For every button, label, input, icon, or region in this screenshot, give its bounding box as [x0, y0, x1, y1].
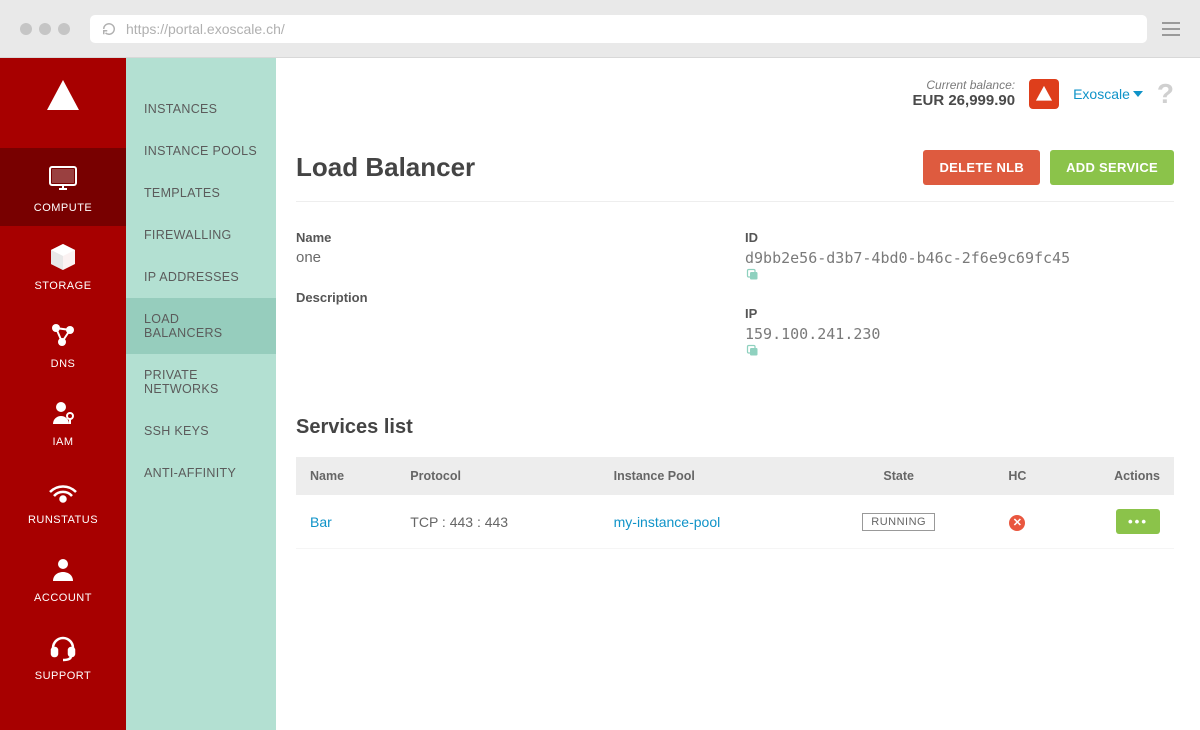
sub-instance-pools[interactable]: INSTANCE POOLS [126, 130, 276, 172]
box-icon [46, 240, 80, 274]
url-text: https://portal.exoscale.ch/ [126, 21, 285, 37]
services-title: Services list [296, 416, 1174, 439]
balance-label: Current balance: [913, 78, 1016, 92]
detail-value-description [296, 305, 725, 327]
nav-label: IAM [52, 436, 73, 448]
nav-dns[interactable]: DNS [0, 304, 126, 382]
url-bar[interactable]: https://portal.exoscale.ch/ [90, 15, 1147, 43]
primary-sidebar: COMPUTE STORAGE DNS IAM RUNSTATUS [0, 58, 126, 730]
sub-ip-addresses[interactable]: IP ADDRESSES [126, 256, 276, 298]
detail-label-ip: IP [745, 300, 1174, 321]
state-badge: RUNNING [862, 513, 935, 531]
help-icon[interactable]: ? [1157, 78, 1174, 110]
sub-private-networks[interactable]: PRIVATE NETWORKS [126, 354, 276, 410]
col-protocol: Protocol [396, 457, 599, 495]
nav-label: COMPUTE [34, 202, 93, 214]
user-icon [46, 552, 80, 586]
caret-down-icon [1133, 91, 1143, 97]
detail-value-ip: 159.100.241.230 [745, 325, 880, 343]
col-name: Name [296, 457, 396, 495]
detail-label-description: Description [296, 284, 725, 305]
service-pool-link[interactable]: my-instance-pool [614, 514, 721, 530]
org-switcher[interactable]: Exoscale [1073, 86, 1143, 102]
nav-support[interactable]: SUPPORT [0, 616, 126, 694]
headset-icon [46, 630, 80, 664]
org-logo-icon [1029, 79, 1059, 109]
nav-label: STORAGE [34, 280, 91, 292]
detail-label-name: Name [296, 224, 725, 245]
balance-display: Current balance: EUR 26,999.90 [913, 78, 1016, 110]
col-actions: Actions [1055, 457, 1174, 495]
details-section: Name one Description ID d9bb2e56-d3b7-4b… [296, 224, 1174, 376]
service-name-link[interactable]: Bar [310, 514, 332, 530]
nav-iam[interactable]: IAM [0, 382, 126, 460]
col-pool: Instance Pool [600, 457, 818, 495]
browser-chrome: https://portal.exoscale.ch/ [0, 0, 1200, 58]
delete-nlb-button[interactable]: DELETE NLB [923, 150, 1040, 185]
sub-firewalling[interactable]: FIREWALLING [126, 214, 276, 256]
sub-templates[interactable]: TEMPLATES [126, 172, 276, 214]
main-content: Current balance: EUR 26,999.90 Exoscale … [276, 58, 1200, 730]
detail-value-id: d9bb2e56-d3b7-4bd0-b46c-2f6e9c69fc45 [745, 249, 1070, 267]
org-name: Exoscale [1073, 86, 1130, 102]
nav-label: ACCOUNT [34, 592, 92, 604]
monitor-icon [46, 162, 80, 196]
nav-runstatus[interactable]: RUNSTATUS [0, 460, 126, 538]
balance-currency: EUR [913, 92, 945, 109]
page-header: Load Balancer DELETE NLB ADD SERVICE [296, 150, 1174, 202]
copy-ip-icon[interactable] [745, 343, 1174, 358]
hc-error-icon: ✕ [1009, 515, 1025, 531]
reload-icon[interactable] [102, 22, 116, 36]
window-controls [20, 23, 70, 35]
nav-label: RUNSTATUS [28, 514, 98, 526]
sub-instances[interactable]: INSTANCES [126, 88, 276, 130]
services-table: Name Protocol Instance Pool State HC Act… [296, 457, 1174, 549]
nav-label: SUPPORT [35, 670, 91, 682]
sub-ssh-keys[interactable]: SSH KEYS [126, 410, 276, 452]
row-actions-button[interactable]: ••• [1116, 509, 1160, 534]
brand-logo-icon[interactable] [43, 76, 83, 116]
copy-id-icon[interactable] [745, 267, 1174, 282]
col-state: State [817, 457, 980, 495]
topbar: Current balance: EUR 26,999.90 Exoscale … [296, 78, 1174, 110]
window-min-dot[interactable] [39, 23, 51, 35]
window-close-dot[interactable] [20, 23, 32, 35]
nav-label: DNS [51, 358, 76, 370]
detail-label-id: ID [745, 224, 1174, 245]
nav-account[interactable]: ACCOUNT [0, 538, 126, 616]
sub-load-balancers[interactable]: LOAD BALANCERS [126, 298, 276, 354]
network-icon [46, 318, 80, 352]
window-max-dot[interactable] [58, 23, 70, 35]
add-service-button[interactable]: ADD SERVICE [1050, 150, 1174, 185]
balance-amount: 26,999.90 [948, 92, 1015, 109]
col-hc: HC [980, 457, 1054, 495]
nav-compute[interactable]: COMPUTE [0, 148, 126, 226]
broadcast-icon [46, 474, 80, 508]
nav-storage[interactable]: STORAGE [0, 226, 126, 304]
detail-value-name: one [296, 245, 725, 284]
hamburger-icon[interactable] [1162, 22, 1180, 36]
page-title: Load Balancer [296, 152, 475, 183]
sub-anti-affinity[interactable]: ANTI-AFFINITY [126, 452, 276, 494]
table-row: Bar TCP : 443 : 443 my-instance-pool RUN… [296, 495, 1174, 549]
secondary-sidebar: INSTANCES INSTANCE POOLS TEMPLATES FIREW… [126, 58, 276, 730]
service-protocol: TCP : 443 : 443 [396, 495, 599, 549]
user-key-icon [46, 396, 80, 430]
